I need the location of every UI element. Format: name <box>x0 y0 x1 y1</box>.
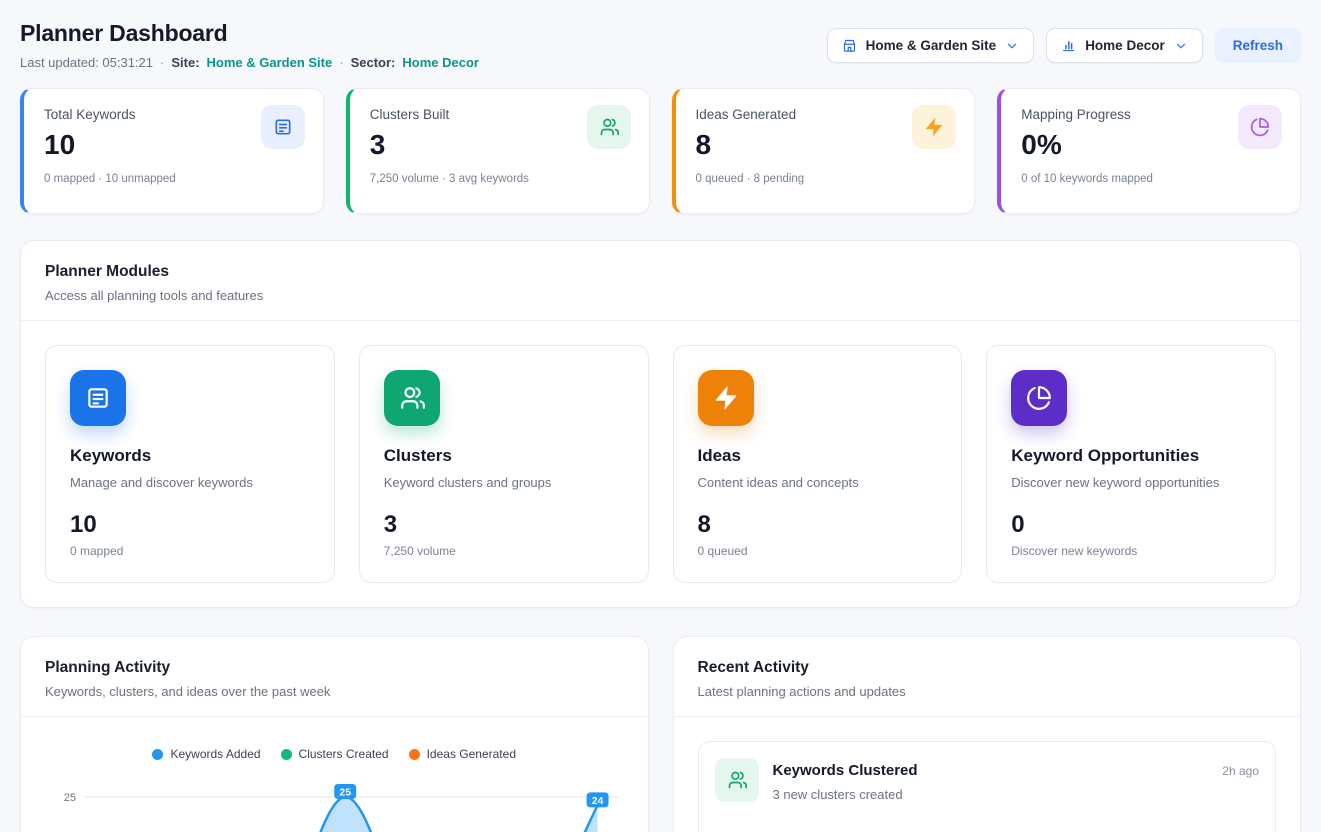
page-title: Planner Dashboard <box>20 20 479 47</box>
bolt-icon <box>912 105 956 149</box>
modules-subtitle: Access all planning tools and features <box>45 288 1276 303</box>
last-updated-text: Last updated: 05:31:21 <box>20 55 153 70</box>
stat-cards-row: Total Keywords 10 0 mapped · 10 unmapped… <box>20 88 1301 214</box>
document-icon <box>261 105 305 149</box>
stat-detail: 0 of 10 keywords mapped <box>1021 173 1280 185</box>
module-detail: Discover new keywords <box>1011 544 1251 558</box>
module-detail: 7,250 volume <box>384 544 624 558</box>
site-link[interactable]: Home & Garden Site <box>207 55 333 70</box>
pie-chart-icon <box>1011 370 1067 426</box>
module-detail: 0 mapped <box>70 544 310 558</box>
legend-keywords-added[interactable]: Keywords Added <box>152 747 260 761</box>
activity-item-time: 2h ago <box>1222 758 1259 778</box>
activity-item-body: Keywords Clustered 3 new clusters create… <box>773 758 1209 802</box>
page-meta: Last updated: 05:31:21 · Site: Home & Ga… <box>20 55 479 70</box>
sector-selector-label: Home Decor <box>1085 38 1165 53</box>
chart-legend: Keywords Added Clusters Created Ideas Ge… <box>45 747 624 761</box>
module-description: Manage and discover keywords <box>70 475 310 490</box>
svg-text:24: 24 <box>592 796 604 807</box>
topbar-left: Planner Dashboard Last updated: 05:31:21… <box>20 20 479 70</box>
users-icon <box>587 105 631 149</box>
refresh-button[interactable]: Refresh <box>1215 28 1301 63</box>
planning-activity-header: Planning Activity Keywords, clusters, an… <box>21 637 648 717</box>
planner-modules-panel: Planner Modules Access all planning tool… <box>20 240 1301 608</box>
site-selector-label: Home & Garden Site <box>866 38 997 53</box>
stat-card-clusters-built: Clusters Built 3 7,250 volume · 3 avg ke… <box>346 88 650 214</box>
module-card-keywords[interactable]: Keywords Manage and discover keywords 10… <box>45 345 335 583</box>
module-description: Content ideas and concepts <box>698 475 938 490</box>
bolt-icon <box>698 370 754 426</box>
activity-item-title: Keywords Clustered <box>773 762 1209 779</box>
module-card-keyword-opportunities[interactable]: Keyword Opportunities Discover new keywo… <box>986 345 1276 583</box>
stat-card-ideas-generated: Ideas Generated 8 0 queued · 8 pending <box>672 88 976 214</box>
module-card-ideas[interactable]: Ideas Content ideas and concepts 8 0 que… <box>673 345 963 583</box>
stat-card-total-keywords: Total Keywords 10 0 mapped · 10 unmapped <box>20 88 324 214</box>
bottom-row: Planning Activity Keywords, clusters, an… <box>20 608 1301 832</box>
pie-chart-icon <box>1238 105 1282 149</box>
stat-detail: 0 queued · 8 pending <box>696 173 955 185</box>
activity-item: Keywords Clustered 3 new clusters create… <box>698 741 1277 832</box>
legend-label: Keywords Added <box>170 747 260 761</box>
site-selector-dropdown[interactable]: Home & Garden Site <box>827 28 1035 63</box>
document-icon <box>70 370 126 426</box>
recent-activity-header: Recent Activity Latest planning actions … <box>674 637 1301 717</box>
planner-dashboard-page: Planner Dashboard Last updated: 05:31:21… <box>0 0 1321 832</box>
modules-header: Planner Modules Access all planning tool… <box>21 241 1300 321</box>
module-description: Discover new keyword opportunities <box>1011 475 1251 490</box>
topbar-controls: Home & Garden Site Home Decor Refresh <box>827 28 1301 63</box>
module-title: Clusters <box>384 446 624 466</box>
module-value: 10 <box>70 511 310 539</box>
recent-activity-title: Recent Activity <box>698 659 1277 677</box>
separator-dot: · <box>339 55 343 70</box>
module-card-clusters[interactable]: Clusters Keyword clusters and groups 3 7… <box>359 345 649 583</box>
chevron-down-icon <box>1174 39 1188 53</box>
chart-body: Keywords Added Clusters Created Ideas Ge… <box>21 717 648 832</box>
legend-ideas-generated[interactable]: Ideas Generated <box>409 747 516 761</box>
sector-selector-dropdown[interactable]: Home Decor <box>1046 28 1203 63</box>
planning-activity-chart: 25232253524 <box>45 775 624 832</box>
legend-label: Ideas Generated <box>427 747 516 761</box>
users-icon <box>384 370 440 426</box>
activity-item-description: 3 new clusters created <box>773 787 1209 802</box>
stat-detail: 0 mapped · 10 unmapped <box>44 173 303 185</box>
module-value: 0 <box>1011 511 1251 539</box>
modules-title: Planner Modules <box>45 263 1276 281</box>
legend-dot-blue <box>152 749 163 760</box>
module-title: Keyword Opportunities <box>1011 446 1251 466</box>
planning-activity-title: Planning Activity <box>45 659 624 677</box>
stat-detail: 7,250 volume · 3 avg keywords <box>370 173 629 185</box>
sector-label: Sector: <box>351 55 396 70</box>
module-value: 3 <box>384 511 624 539</box>
module-value: 8 <box>698 511 938 539</box>
recent-activity-subtitle: Latest planning actions and updates <box>698 684 1277 699</box>
building-icon <box>842 38 857 53</box>
modules-grid: Keywords Manage and discover keywords 10… <box>21 321 1300 607</box>
legend-dot-orange <box>409 749 420 760</box>
site-label: Site: <box>171 55 199 70</box>
topbar: Planner Dashboard Last updated: 05:31:21… <box>20 20 1301 70</box>
stat-card-mapping-progress: Mapping Progress 0% 0 of 10 keywords map… <box>997 88 1301 214</box>
svg-text:25: 25 <box>64 792 76 804</box>
legend-label: Clusters Created <box>299 747 389 761</box>
svg-text:25: 25 <box>339 787 351 798</box>
module-description: Keyword clusters and groups <box>384 475 624 490</box>
planning-activity-subtitle: Keywords, clusters, and ideas over the p… <box>45 684 624 699</box>
legend-clusters-created[interactable]: Clusters Created <box>281 747 389 761</box>
module-detail: 0 queued <box>698 544 938 558</box>
bar-chart-icon <box>1061 38 1076 53</box>
module-title: Keywords <box>70 446 310 466</box>
module-title: Ideas <box>698 446 938 466</box>
users-icon <box>715 758 759 802</box>
recent-activity-panel: Recent Activity Latest planning actions … <box>673 636 1302 832</box>
chevron-down-icon <box>1005 39 1019 53</box>
planning-activity-panel: Planning Activity Keywords, clusters, an… <box>20 636 649 832</box>
legend-dot-green <box>281 749 292 760</box>
sector-link[interactable]: Home Decor <box>402 55 479 70</box>
activity-list: Keywords Clustered 3 new clusters create… <box>674 717 1301 832</box>
separator-dot: · <box>160 55 164 70</box>
